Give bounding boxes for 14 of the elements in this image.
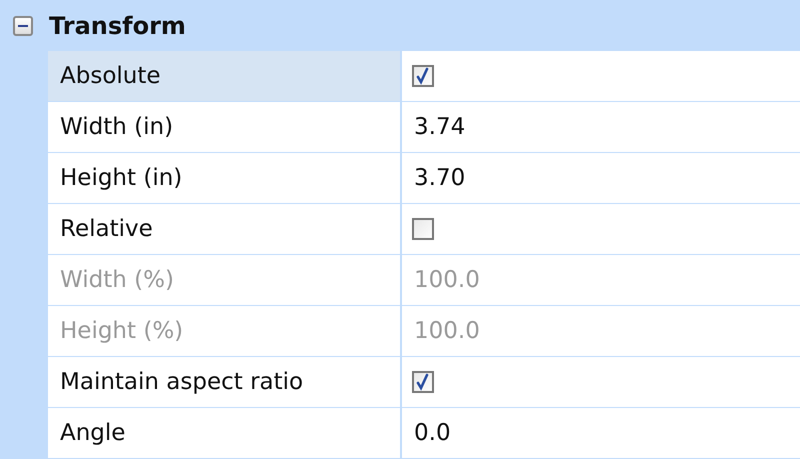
property-name[interactable]: Angle bbox=[48, 408, 400, 458]
property-value[interactable]: 3.74 bbox=[414, 114, 466, 140]
property-value[interactable]: 0.0 bbox=[414, 420, 451, 446]
checked-checkbox[interactable] bbox=[412, 371, 434, 393]
checkbox[interactable] bbox=[412, 218, 434, 240]
checked-checkbox[interactable] bbox=[412, 65, 434, 87]
property-name[interactable]: Height (in) bbox=[48, 153, 400, 203]
category-title: Transform bbox=[49, 12, 186, 40]
property-name[interactable]: Maintain aspect ratio bbox=[48, 357, 400, 407]
property-value[interactable]: 3.70 bbox=[414, 165, 466, 191]
property-name[interactable]: Width (in) bbox=[48, 102, 400, 152]
property-name[interactable]: Relative bbox=[48, 204, 400, 254]
property-name[interactable]: Absolute bbox=[48, 51, 400, 101]
collapse-icon[interactable] bbox=[13, 16, 33, 36]
